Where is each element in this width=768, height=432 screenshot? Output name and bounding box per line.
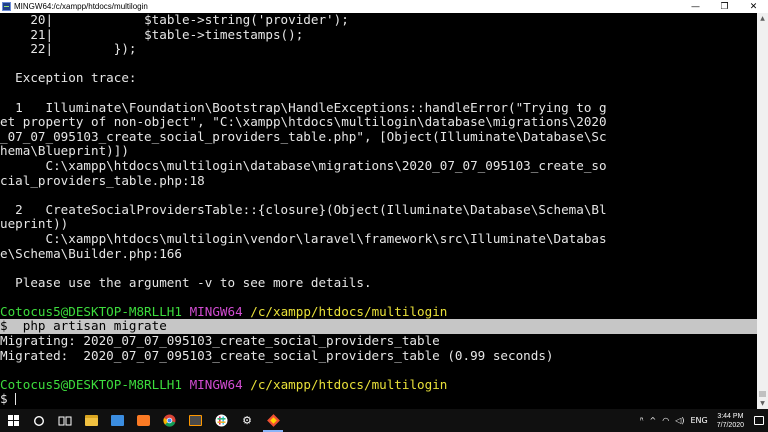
prompt-shell: MINGW64 [189,377,243,392]
prompt-user-host: Cotocus5@DESKTOP-M8RLLH1 [0,304,182,319]
taskbar-clock[interactable]: 3:44 PM 7/7/2020 [711,412,750,430]
clock-time: 3:44 PM [717,412,744,420]
system-tray: ᴿ ^ ◠ ◁) ENG 3:44 PM 7/7/2020 [637,409,768,432]
shell-prompt: Cotocus5@DESKTOP-M8RLLH1 MINGW64 /c/xamp… [0,305,757,320]
code-line: 20| $table->string('provider'); [30,13,349,27]
notification-center-icon[interactable] [750,409,768,432]
code-line: 21| $table->timestamps(); [30,27,304,42]
migration-output: Migrating: 2020_07_07_095103_create_soci… [0,334,440,349]
scroll-down-arrow-icon[interactable]: ▼ [757,398,768,409]
migration-output: Migrated: 2020_07_07_095103_create_socia… [0,348,554,363]
prompt-path: /c/xampp/htdocs/multilogin [250,377,448,392]
trace-line: ueprint)) [0,217,69,232]
trace-line: C:\xampp\htdocs\multilogin\database\migr… [0,158,607,173]
trace-line: e\Schema\Builder.php:166 [0,246,182,261]
network-icon[interactable]: ◠ [659,416,672,425]
language-indicator[interactable]: ENG [688,416,711,425]
xampp-icon[interactable] [130,409,156,432]
file-explorer-icon[interactable] [78,409,104,432]
scroll-thumb[interactable] [759,391,766,397]
git-bash-icon[interactable] [260,409,286,432]
trace-line: 2 CreateSocialProvidersTable::{closure}(… [0,202,607,217]
people-icon[interactable]: ᴿ [637,416,647,425]
exception-header: Exception trace: [0,71,137,86]
code-line: 22| }); [30,42,137,57]
trace-line: et property of non-object", "C:\xampp\ht… [0,115,607,130]
selected-command-line: $ php artisan migrate [0,319,757,335]
window-title: MINGW64:/c/xampp/htdocs/multilogin [14,2,148,11]
volume-icon[interactable]: ◁) [672,416,687,425]
prompt-path: /c/xampp/htdocs/multilogin [250,304,448,319]
shell-prompt: Cotocus5@DESKTOP-M8RLLH1 MINGW64 /c/xamp… [0,378,757,393]
scroll-up-arrow-icon[interactable]: ▲ [757,13,768,24]
window-titlebar: MINGW64:/c/xampp/htdocs/multilogin — ❐ ✕ [0,0,768,13]
trace-line: hema\Blueprint)]) [0,144,129,159]
windows-start-icon[interactable] [0,409,26,432]
text-cursor [15,393,17,406]
taskbar: ⚙ ᴿ ^ ◠ ◁) ENG 3:44 PM 7/7/2020 [0,409,768,432]
vertical-scrollbar[interactable]: ▲ ▼ [757,13,768,409]
terminal-output[interactable]: 20| $table->string('provider'); 21| $tab… [0,13,757,409]
photos-icon[interactable] [104,409,130,432]
trace-line: C:\xampp\htdocs\multilogin\vendor\larave… [0,231,607,246]
task-view-icon[interactable] [52,409,78,432]
hint-text: Please use the argument -v to see more d… [0,275,372,290]
trace-line: cial_providers_table.php:18 [0,173,205,188]
close-button[interactable]: ✕ [739,0,768,13]
clock-date: 7/7/2020 [716,421,744,429]
maximize-button[interactable]: ❐ [710,0,739,13]
cortana-icon[interactable] [26,409,52,432]
chevron-up-icon[interactable]: ^ [647,416,660,425]
chrome-icon[interactable] [156,409,182,432]
settings-icon[interactable]: ⚙ [234,409,260,432]
trace-line: 1 Illuminate\Foundation\Bootstrap\Handle… [0,100,607,115]
command-input-line[interactable]: $ [0,392,757,407]
slack-icon[interactable] [208,409,234,432]
mingw-app-icon [2,2,11,11]
minimize-button[interactable]: — [681,0,710,13]
prompt-shell: MINGW64 [189,304,243,319]
prompt-user-host: Cotocus5@DESKTOP-M8RLLH1 [0,377,182,392]
sublime-text-icon[interactable] [182,409,208,432]
trace-line: _07_07_095103_create_social_providers_ta… [0,129,607,144]
